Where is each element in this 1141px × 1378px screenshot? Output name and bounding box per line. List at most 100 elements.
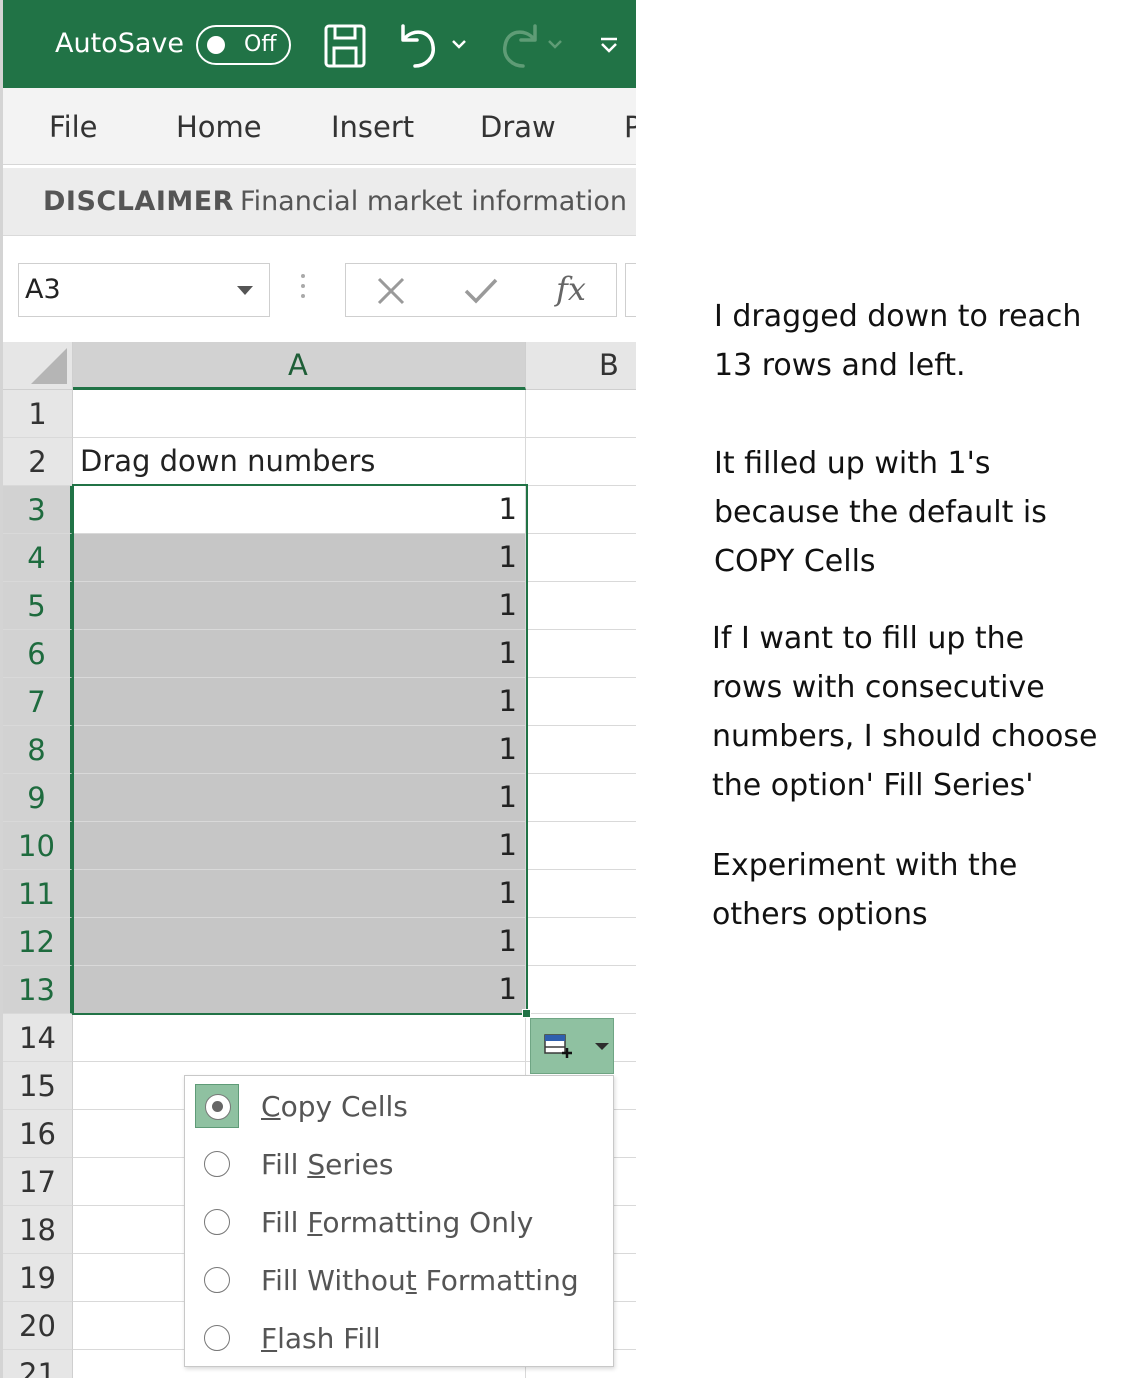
cancel-icon[interactable] [376,277,406,305]
autofill-option[interactable]: Fill Without Formatting [195,1258,605,1306]
row-header[interactable]: 19 [3,1254,73,1302]
table-row: 1 [73,678,636,726]
cell-a[interactable] [73,390,526,437]
note-paragraph: It filled up with 1's because the defaul… [714,446,1047,579]
radio-icon[interactable] [204,1325,230,1351]
worksheet-grid: A B 1 2 3 4 5 6 7 8 9 10 11 12 13 14 15 16 17 18 19 20 21 Dr… [3,342,636,1378]
autofill-option-label: Fill Series [261,1148,394,1181]
cell-a[interactable]: 1 [73,870,526,917]
cell-a[interactable]: 1 [73,726,526,773]
autofill-option-label: Fill Formatting Only [261,1206,534,1239]
formula-bar: A3 fx [3,236,636,342]
row-header[interactable]: 11 [3,870,73,918]
radio-icon[interactable] [205,1094,231,1120]
splitter-handle[interactable] [301,274,307,304]
cell-a[interactable]: Drag down numbers [73,438,526,485]
tab-insert[interactable]: Insert [331,110,414,144]
formula-buttons: fx [345,263,617,317]
row-header[interactable]: 9 [3,774,73,822]
name-box-value: A3 [25,274,61,305]
row-header[interactable]: 8 [3,726,73,774]
insert-function-icon[interactable]: fx [556,270,586,308]
cell-a[interactable]: 1 [73,678,526,725]
cell-value: 1 [498,972,517,1006]
row-header[interactable]: 21 [3,1350,73,1378]
row-header[interactable]: 17 [3,1158,73,1206]
row-header[interactable]: 15 [3,1062,73,1110]
autosave-toggle[interactable]: Off [196,25,291,65]
autofill-option-label: Fill Without Formatting [261,1264,579,1297]
formula-input[interactable] [625,263,636,317]
cell-a[interactable]: 1 [73,822,526,869]
row-header[interactable]: 5 [3,582,73,630]
tab-draw[interactable]: Draw [480,110,556,144]
cell-a[interactable]: 1 [73,630,526,677]
disclaimer-bar: DISCLAIMER Financial market information … [3,168,636,236]
customize-qat-icon[interactable] [599,36,619,56]
column-header-a[interactable]: A [73,342,526,390]
cell-a[interactable]: 1 [73,534,526,581]
autosave-label: AutoSave [55,28,184,59]
cell-value: 1 [498,636,517,670]
radio-container [195,1316,239,1360]
cell-value: 1 [498,684,517,718]
row-header[interactable]: 2 [3,438,73,486]
fill-handle[interactable] [522,1009,531,1018]
check-icon[interactable] [464,277,498,305]
chevron-down-icon[interactable] [237,286,253,295]
radio-container [195,1258,239,1302]
column-header-b[interactable]: B [526,342,636,390]
tab-file[interactable]: File [49,110,98,144]
tab-home[interactable]: Home [176,110,262,144]
autofill-option[interactable]: Copy Cells [195,1084,605,1132]
cell-a[interactable]: 1 [73,582,526,629]
table-row: 1 [73,822,636,870]
cell-a[interactable]: 1 [73,918,526,965]
select-all-corner[interactable] [3,342,73,390]
autofill-options-icon [544,1034,572,1058]
table-row: 1 [73,918,636,966]
toggle-knob [207,36,225,54]
row-header[interactable]: 14 [3,1014,73,1062]
name-box[interactable]: A3 [18,263,270,317]
row-header[interactable]: 1 [3,390,73,438]
tab-page-layout[interactable]: P [624,110,636,144]
radio-container [195,1142,239,1186]
radio-icon[interactable] [204,1209,230,1235]
autofill-options-button[interactable] [530,1018,614,1074]
save-icon[interactable] [323,22,369,70]
row-header[interactable]: 3 [3,486,73,534]
cell-a[interactable] [73,1014,526,1061]
row-header[interactable]: 7 [3,678,73,726]
autofill-option-label: Flash Fill [261,1322,381,1355]
redo-dropdown-icon [548,40,562,49]
ribbon-tabs: File Home Insert Draw P [3,88,636,165]
row-header[interactable]: 16 [3,1110,73,1158]
excel-window: AutoSave Off File Home Insert Draw DISCL… [0,0,636,1378]
autofill-option[interactable]: Fill Series [195,1142,605,1190]
row-header[interactable]: 4 [3,534,73,582]
autofill-options-menu: Copy Cells Fill Series Fill Formatting Onl… [184,1075,614,1367]
radio-icon[interactable] [204,1267,230,1293]
row-header[interactable]: 20 [3,1302,73,1350]
row-header[interactable]: 12 [3,918,73,966]
cell-a[interactable]: 1 [73,774,526,821]
row-header[interactable]: 10 [3,822,73,870]
row-header[interactable]: 18 [3,1206,73,1254]
chevron-down-icon [595,1043,609,1050]
row-header[interactable]: 6 [3,630,73,678]
cell-value: Drag down numbers [80,444,376,478]
undo-icon[interactable] [395,22,445,72]
autofill-option[interactable]: Flash Fill [195,1316,605,1364]
table-row: 1 [73,774,636,822]
cell-a[interactable]: 1 [73,966,526,1013]
undo-dropdown-icon[interactable] [451,38,467,50]
autofill-option[interactable]: Fill Formatting Only [195,1200,605,1248]
cell-value: 1 [498,876,517,910]
note-paragraph: Experiment with the others options [712,848,1018,932]
column-header-label: A [288,348,308,382]
table-row: 1 [73,534,636,582]
cell-a[interactable]: 1 [73,486,526,533]
row-header[interactable]: 13 [3,966,73,1014]
radio-icon[interactable] [204,1151,230,1177]
